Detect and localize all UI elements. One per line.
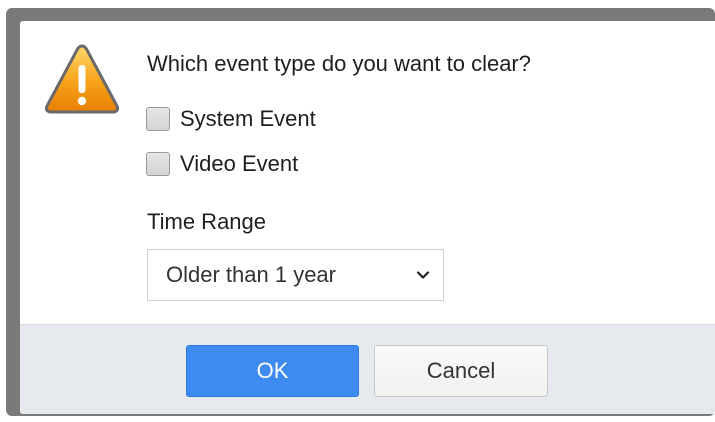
system-event-option[interactable]: System Event (146, 105, 316, 133)
time-range-label: Time Range (147, 209, 267, 234)
video-event-checkbox[interactable] (146, 152, 170, 176)
system-event-label: System Event (180, 106, 316, 131)
cancel-button[interactable]: Cancel (374, 345, 548, 397)
chevron-down-icon (416, 271, 430, 279)
ok-button[interactable]: OK (186, 345, 359, 397)
time-range-value: Older than 1 year (166, 262, 336, 287)
time-range-select[interactable]: Older than 1 year (147, 249, 444, 301)
clear-events-dialog: Which event type do you want to clear? S… (20, 21, 715, 414)
video-event-label: Video Event (180, 151, 299, 176)
system-event-checkbox[interactable] (146, 107, 170, 131)
dialog-question: Which event type do you want to clear? (147, 51, 531, 76)
dialog-footer: OK Cancel (20, 324, 715, 414)
warning-icon (44, 44, 120, 114)
video-event-option[interactable]: Video Event (146, 150, 298, 178)
